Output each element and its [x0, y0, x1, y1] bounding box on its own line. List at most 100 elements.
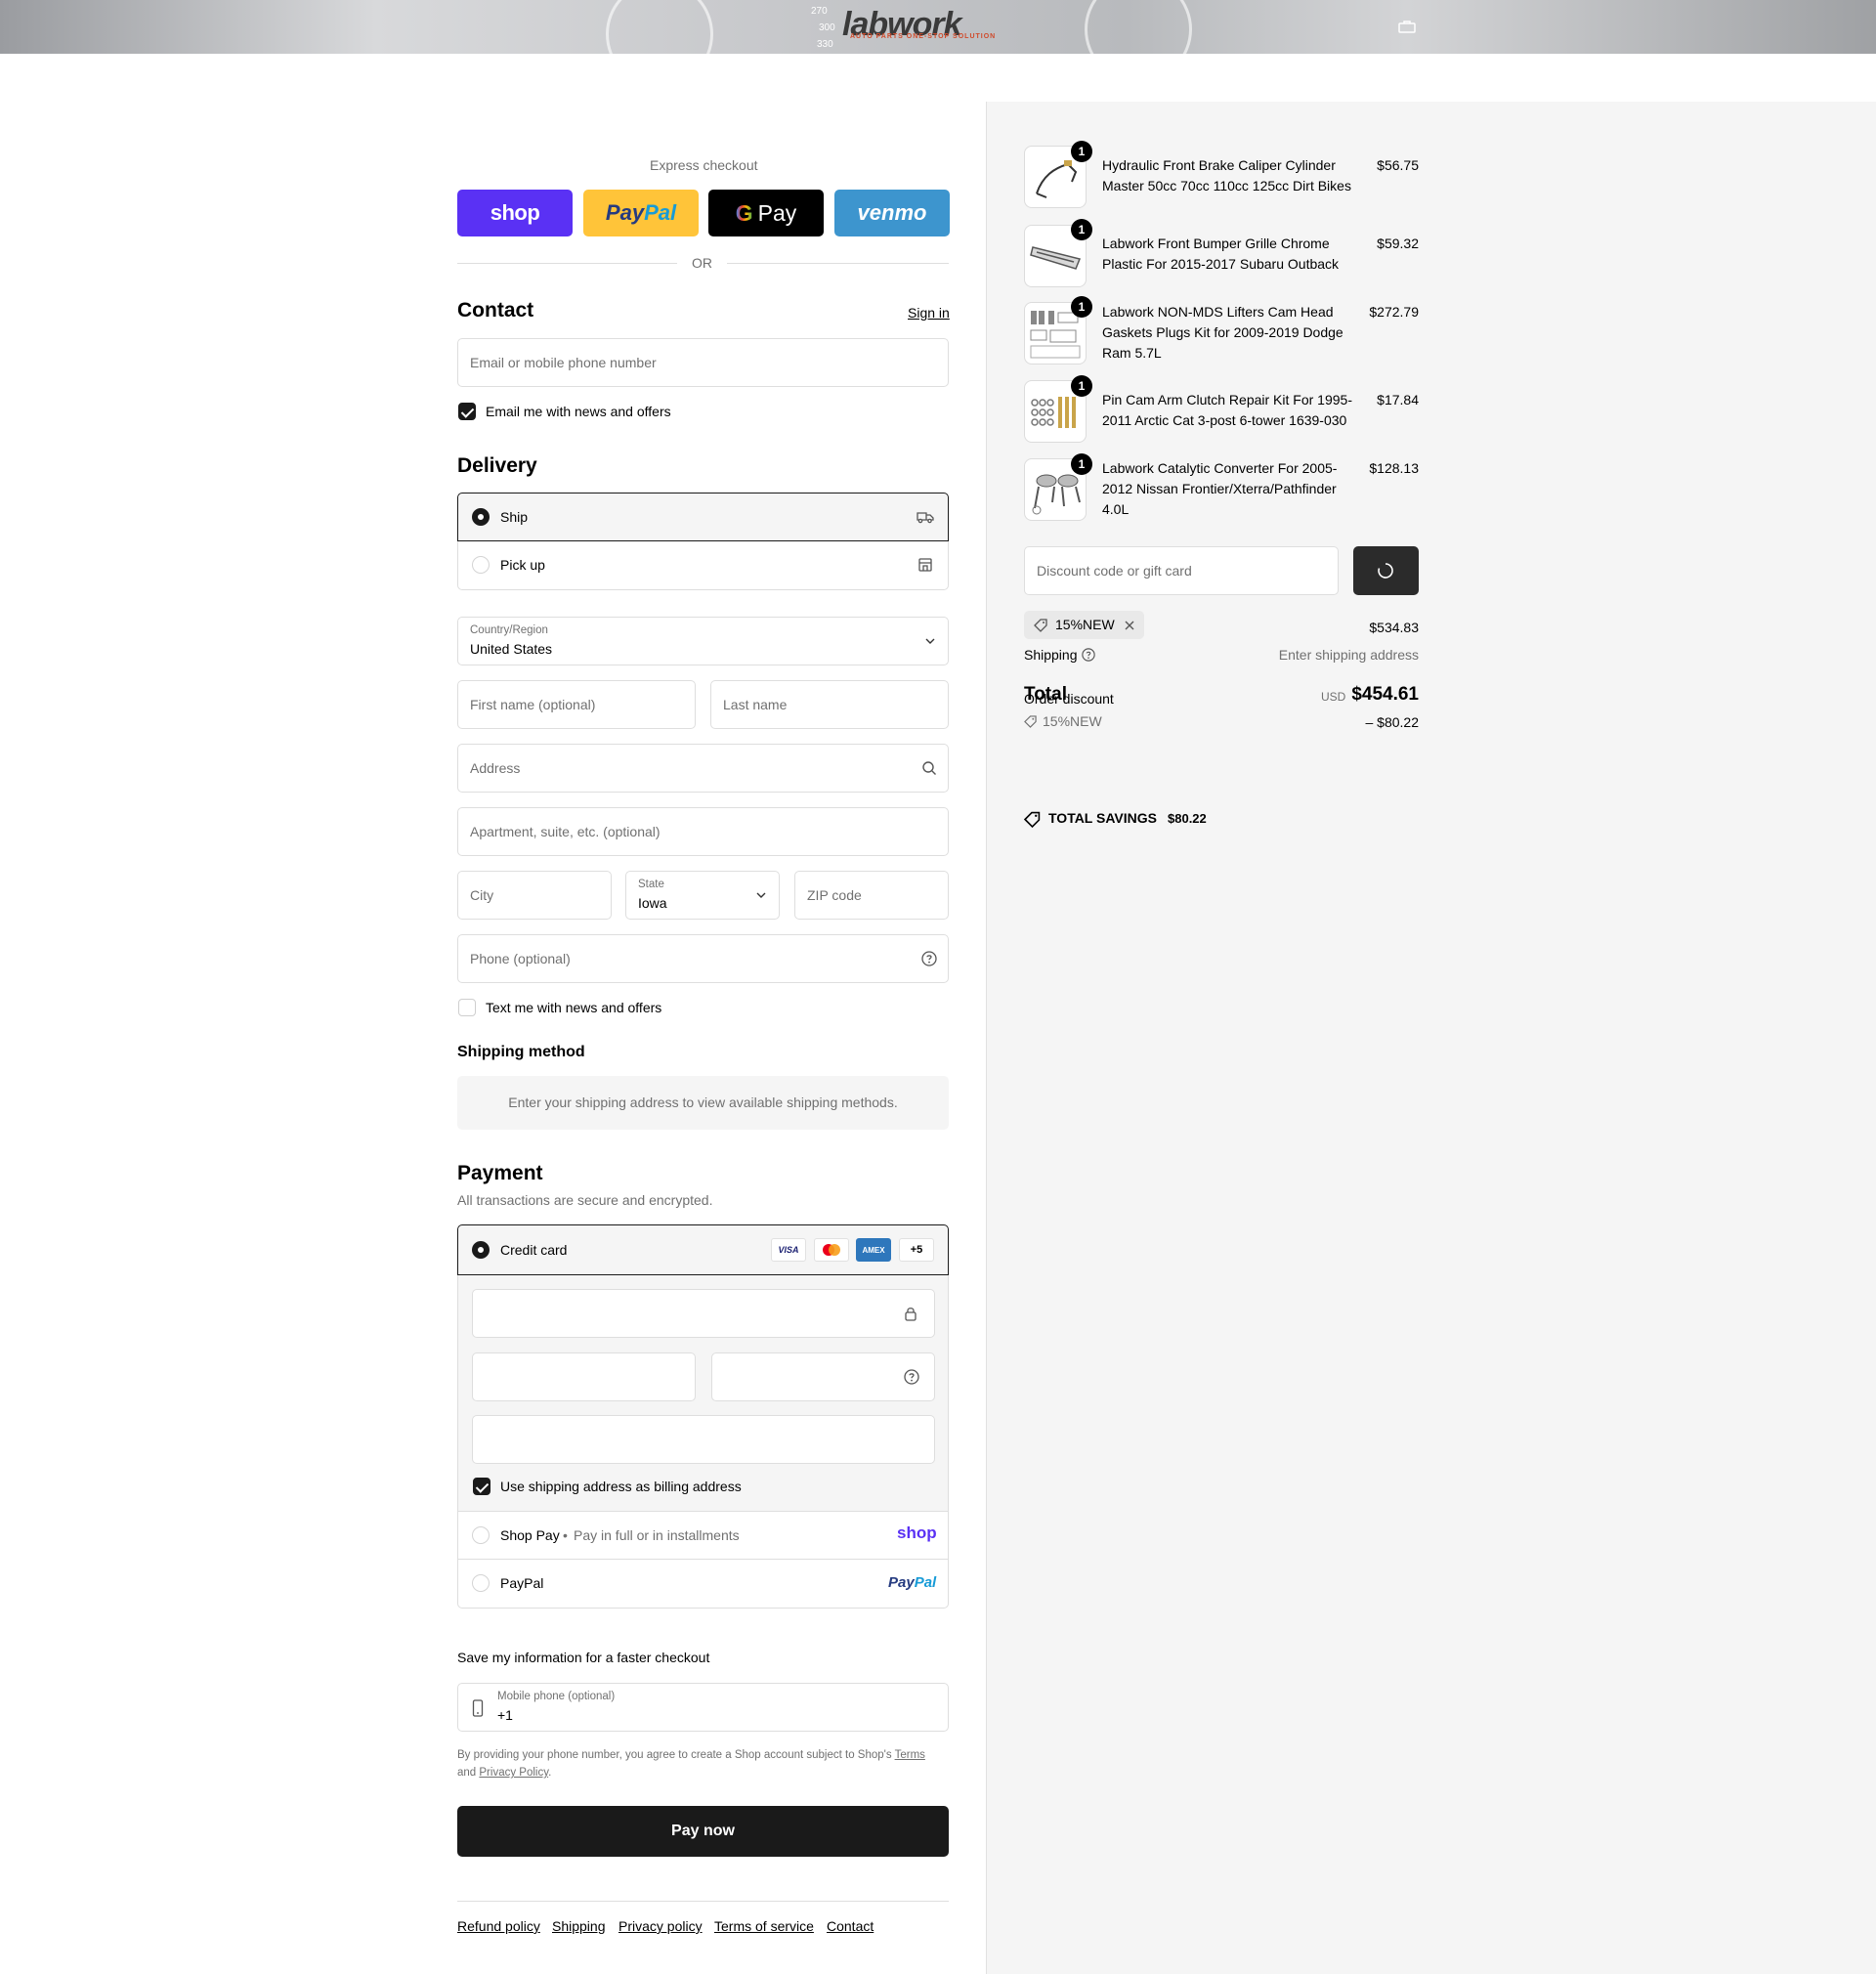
remember-disclaimer: By providing your phone number, you agre… — [457, 1749, 925, 1779]
help-circle-icon[interactable] — [921, 951, 937, 966]
shop-terms-link[interactable]: Terms — [895, 1749, 925, 1761]
state-select[interactable]: State Iowa — [625, 871, 780, 920]
paypal-label: PayPal — [500, 1575, 544, 1591]
mobile-phone-icon — [472, 1699, 484, 1717]
close-icon[interactable] — [1124, 620, 1135, 631]
pickup-radio[interactable] — [472, 556, 490, 574]
total-label: Total — [1024, 684, 1067, 705]
or-separator: OR — [692, 255, 712, 271]
product-title: Hydraulic Front Brake Caliper Cylinder M… — [1102, 157, 1351, 193]
paypal-logo: PayPal — [605, 200, 677, 225]
shop-pay-radio[interactable] — [472, 1526, 490, 1544]
quantity-badge: 1 — [1071, 453, 1092, 475]
city-placeholder: City — [470, 887, 494, 903]
delivery-title: Delivery — [457, 454, 537, 477]
ship-option[interactable]: Ship — [457, 493, 949, 541]
card-expiry-field[interactable] — [472, 1352, 696, 1401]
truck-icon — [917, 512, 934, 524]
remember-phone-value: +1 — [497, 1707, 513, 1723]
country-value: United States — [470, 641, 553, 657]
venmo-express-button[interactable]: venmo — [834, 190, 950, 236]
help-circle-icon[interactable] — [904, 1369, 919, 1385]
email-field[interactable]: Email or mobile phone number — [457, 338, 949, 387]
card-name-field[interactable] — [472, 1415, 935, 1464]
shop-pay-option[interactable]: Shop Pay • Pay in full or in installment… — [457, 1511, 949, 1560]
more-cards-badge: +5 — [899, 1238, 934, 1262]
email-news-checkbox[interactable] — [458, 403, 476, 420]
state-value: Iowa — [638, 895, 667, 911]
sms-news-checkbox[interactable] — [458, 999, 476, 1016]
product-title: Labwork Front Bumper Grille Chrome Plast… — [1102, 236, 1340, 272]
shop-pay-express-button[interactable]: shop — [457, 190, 573, 236]
paypal-express-button[interactable]: PayPal — [583, 190, 699, 236]
sms-news-label: Text me with news and offers — [486, 1000, 662, 1015]
shipping-policy-link[interactable]: Shipping — [552, 1918, 606, 1934]
discount-code-field[interactable]: Discount code or gift card — [1024, 546, 1339, 595]
apartment-field[interactable]: Apartment, suite, etc. (optional) — [457, 807, 949, 856]
state-label: State — [638, 879, 664, 890]
order-summary-panel — [986, 102, 1876, 1974]
country-select[interactable]: Country/Region United States — [457, 617, 949, 665]
billing-same-checkbox[interactable] — [473, 1478, 490, 1495]
contact-title: Contact — [457, 299, 534, 322]
shipping-method-title: Shipping method — [457, 1044, 585, 1060]
gauge-number: 330 — [817, 39, 833, 50]
credit-card-option[interactable]: Credit card VISA AMEX +5 — [457, 1224, 949, 1275]
privacy-policy-link[interactable]: Privacy policy — [618, 1918, 703, 1934]
city-field[interactable]: City — [457, 871, 612, 920]
card-cvv-field[interactable] — [711, 1352, 935, 1401]
apply-discount-button[interactable] — [1353, 546, 1419, 595]
divider — [457, 1901, 949, 1902]
shop-pay-logo: shop — [490, 200, 540, 225]
paypal-option[interactable]: PayPal PayPal — [457, 1560, 949, 1609]
ship-radio[interactable] — [472, 508, 490, 526]
subtotal-value: $534.83 — [1369, 620, 1419, 635]
address-placeholder: Address — [470, 760, 521, 776]
email-placeholder: Email or mobile phone number — [470, 355, 657, 370]
shop-privacy-link[interactable]: Privacy Policy — [479, 1767, 548, 1779]
pay-now-label: Pay now — [671, 1823, 735, 1839]
credit-card-label: Credit card — [500, 1242, 568, 1258]
paypal-logo: PayPal — [888, 1574, 937, 1591]
card-number-field[interactable] — [472, 1289, 935, 1338]
first-name-field[interactable]: First name (optional) — [457, 680, 696, 729]
phone-field[interactable]: Phone (optional) — [457, 934, 949, 983]
paypal-radio[interactable] — [472, 1574, 490, 1592]
quantity-badge: 1 — [1071, 141, 1092, 162]
product-price: $59.32 — [1377, 236, 1419, 251]
google-pay-label: Pay — [757, 199, 797, 226]
quantity-badge: 1 — [1071, 296, 1092, 318]
email-news-label: Email me with news and offers — [486, 404, 671, 419]
credit-card-radio[interactable] — [472, 1241, 490, 1259]
refund-policy-link[interactable]: Refund policy — [457, 1918, 540, 1934]
last-name-field[interactable]: Last name — [710, 680, 949, 729]
last-name-placeholder: Last name — [723, 697, 788, 712]
remember-phone-field[interactable]: Mobile phone (optional) +1 — [457, 1683, 949, 1732]
help-circle-icon[interactable] — [1082, 648, 1095, 662]
billing-same-label: Use shipping address as billing address — [500, 1479, 742, 1494]
total-savings-label: TOTAL SAVINGS — [1048, 810, 1157, 826]
sign-in-link[interactable]: Sign in — [908, 305, 950, 321]
payment-title: Payment — [457, 1162, 543, 1184]
bag-icon[interactable] — [1398, 20, 1416, 33]
quantity-badge: 1 — [1071, 375, 1092, 397]
order-discount-code: 15%NEW — [1043, 713, 1102, 729]
express-checkout-heading: Express checkout — [650, 157, 758, 173]
pay-now-button[interactable]: Pay now — [457, 1806, 949, 1857]
store-icon — [918, 558, 932, 572]
pickup-label: Pick up — [500, 557, 545, 573]
contact-link[interactable]: Contact — [827, 1918, 874, 1934]
zip-placeholder: ZIP code — [807, 887, 862, 903]
country-label: Country/Region — [470, 624, 548, 636]
terms-of-service-link[interactable]: Terms of service — [714, 1918, 814, 1934]
shop-pay-sub: Pay in full or in installments — [574, 1527, 740, 1543]
visa-icon: VISA — [771, 1238, 806, 1262]
address-field[interactable]: Address — [457, 744, 949, 793]
remember-phone-label: Mobile phone (optional) — [497, 1691, 616, 1702]
shop-pay-logo: shop — [897, 1523, 937, 1542]
pickup-option[interactable]: Pick up — [457, 541, 949, 590]
zip-field[interactable]: ZIP code — [794, 871, 949, 920]
chevron-down-icon — [925, 638, 935, 644]
credit-card-form: Use shipping address as billing address — [457, 1275, 949, 1512]
google-pay-express-button[interactable]: G Pay — [708, 190, 824, 236]
